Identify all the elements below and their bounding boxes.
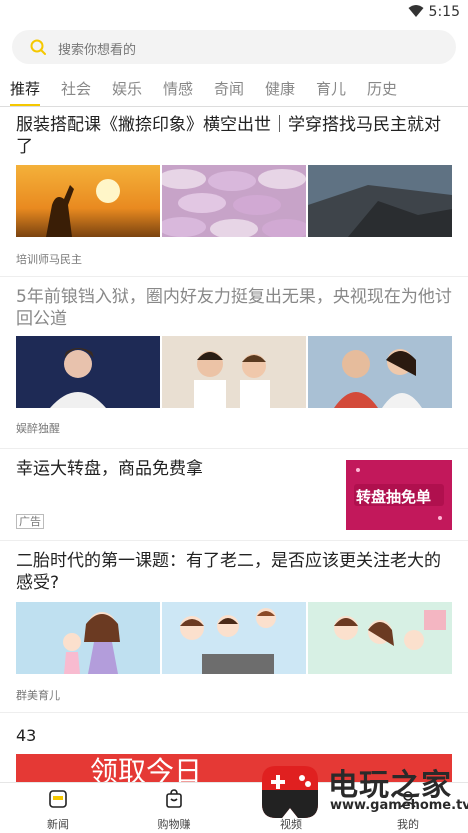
status-time: 5:15 bbox=[428, 4, 460, 20]
nav-news[interactable]: 新闻 bbox=[8, 783, 108, 833]
news-title[interactable]: 5年前锒铛入狱，圈内好友力挺复出无果，央视现在为他讨回公道 bbox=[16, 286, 456, 330]
ad-image-text: 转盘抽免单 bbox=[356, 488, 432, 506]
watermark-url: www.gamehome.tv bbox=[330, 798, 468, 813]
tab-society[interactable]: 社会 bbox=[61, 78, 91, 99]
nav-news-label: 新闻 bbox=[47, 818, 69, 831]
news-icon bbox=[49, 790, 67, 808]
watermark: 电玩之家 www.gamehome.tv bbox=[252, 756, 468, 832]
thumbnail-image bbox=[16, 336, 160, 408]
tab-recommend[interactable]: 推荐 bbox=[10, 78, 41, 106]
news-item[interactable]: 服装搭配课《撇捺印象》横空出世｜学穿搭找马民主就对了 培训师马民主 bbox=[0, 108, 468, 277]
ad-title[interactable]: 幸运大转盘，商品免费拿 bbox=[16, 458, 336, 480]
news-title[interactable]: 服装搭配课《撇捺印象》横空出世｜学穿搭找马民主就对了 bbox=[16, 114, 456, 158]
thumbnail-image bbox=[162, 336, 306, 408]
tab-emotion[interactable]: 情感 bbox=[163, 78, 193, 99]
news-source: 娱醉独醒 bbox=[16, 422, 60, 435]
thumbnail-image bbox=[308, 336, 452, 408]
news-thumbnails bbox=[16, 336, 452, 408]
tab-parenting[interactable]: 育儿 bbox=[316, 78, 346, 99]
search-input[interactable]: 搜索你想看的 bbox=[58, 39, 136, 58]
thumbnail-image bbox=[16, 602, 160, 674]
tab-entertainment[interactable]: 娱乐 bbox=[112, 78, 142, 99]
nav-shopping[interactable]: 购物赚 bbox=[124, 783, 224, 833]
news-thumbnails bbox=[16, 602, 452, 674]
search-icon bbox=[30, 39, 46, 55]
ad-item[interactable]: 幸运大转盘，商品免费拿 广告 转盘抽免单 bbox=[0, 450, 468, 541]
promo-banner-text: 领取今日 bbox=[90, 755, 203, 782]
news-source: 培训师马民主 bbox=[16, 253, 82, 266]
thumbnail-image bbox=[16, 165, 160, 237]
nav-shopping-label: 购物赚 bbox=[157, 818, 191, 831]
tab-oddities[interactable]: 奇闻 bbox=[214, 78, 244, 99]
news-thumbnails bbox=[16, 165, 452, 237]
news-source: 群美育儿 bbox=[16, 689, 60, 702]
shopping-bag-icon bbox=[166, 789, 182, 808]
item-number: 43 bbox=[16, 726, 37, 745]
gamepad-logo bbox=[262, 766, 318, 818]
ad-badge: 广告 bbox=[16, 514, 44, 529]
thumbnail-image bbox=[162, 602, 306, 674]
tab-history[interactable]: 历史 bbox=[367, 78, 397, 99]
search-bar[interactable]: 搜索你想看的 bbox=[12, 30, 456, 64]
news-title[interactable]: 二胎时代的第一课题：有了老二，是否应该更关注老大的感受? bbox=[16, 550, 456, 594]
category-tabs: 推荐 社会 娱乐 情感 奇闻 健康 育儿 历史 bbox=[0, 72, 468, 107]
news-item[interactable]: 5年前锒铛入狱，圈内好友力挺复出无果，央视现在为他讨回公道 娱醉独醒 bbox=[0, 278, 468, 449]
news-item[interactable]: 二胎时代的第一课题：有了老二，是否应该更关注老大的感受? 群美育儿 bbox=[0, 542, 468, 713]
thumbnail-image bbox=[308, 165, 452, 237]
tab-health[interactable]: 健康 bbox=[265, 78, 295, 99]
thumbnail-image bbox=[308, 602, 452, 674]
thumbnail-image bbox=[162, 165, 306, 237]
wifi-icon bbox=[408, 5, 424, 17]
status-bar: 5:15 bbox=[0, 0, 468, 24]
